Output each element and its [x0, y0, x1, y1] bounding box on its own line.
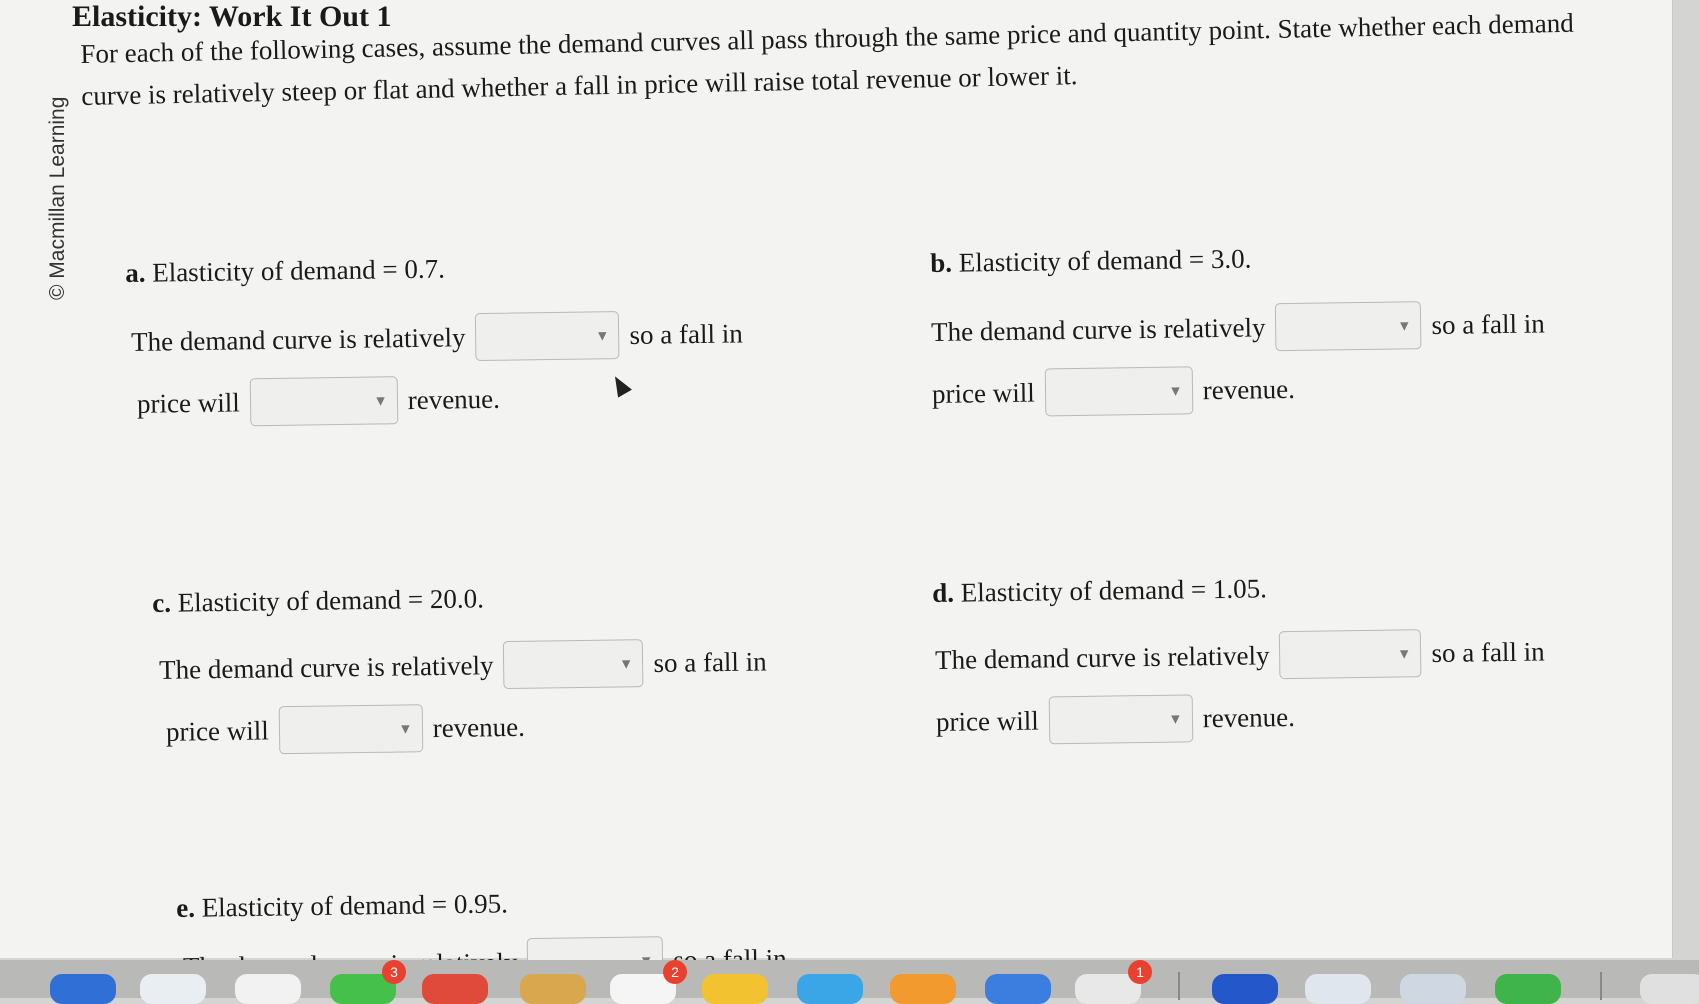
part-e-elasticity: Elasticity of demand = 0.95. — [201, 888, 509, 923]
safari-icon[interactable] — [235, 974, 301, 1004]
curve-prefix: The demand curve is relatively — [930, 311, 1266, 347]
chevron-down-icon: ▼ — [1171, 712, 1180, 726]
part-d-revenue-line: price will ▼ revenue. — [936, 693, 1296, 746]
part-e-heading: e. Elasticity of demand = 0.95. — [176, 888, 508, 924]
part-c-curve-line: The demand curve is relatively ▼ so a fa… — [159, 637, 767, 693]
part-b-elasticity: Elasticity of demand = 3.0. — [958, 243, 1252, 278]
part-a-curve-line: The demand curve is relatively ▼ so a fa… — [131, 309, 743, 366]
curve-middle: so a fall in — [1431, 635, 1545, 668]
numbers-icon[interactable] — [1495, 974, 1561, 1004]
notes-icon[interactable] — [520, 974, 586, 1004]
part-letter: e. — [176, 892, 196, 923]
part-d-curve-line: The demand curve is relatively ▼ so a fa… — [935, 627, 1545, 684]
part-a-revenue-line: price will ▼ revenue. — [137, 375, 501, 428]
price-will-label: price will — [931, 377, 1035, 409]
part-c: c. Elasticity of demand = 20.0. The dema… — [152, 583, 767, 755]
finder-icon[interactable] — [50, 974, 116, 1004]
chevron-down-icon: ▼ — [1399, 646, 1409, 660]
part-b-heading: b. Elasticity of demand = 3.0. — [930, 244, 1252, 279]
wifi-app-badge: 1 — [1128, 960, 1152, 984]
part-a-revenue-dropdown[interactable]: ▼ — [249, 376, 399, 427]
revenue-suffix: revenue. — [432, 711, 526, 743]
price-will-label: price will — [165, 714, 269, 747]
part-letter: b. — [930, 247, 953, 278]
preview-icon[interactable] — [1305, 974, 1371, 1004]
part-letter: a. — [125, 257, 146, 288]
part-b-curve-dropdown[interactable]: ▼ — [1275, 301, 1422, 352]
curve-middle: so a fall in — [629, 317, 743, 350]
revenue-suffix: revenue. — [1202, 701, 1296, 733]
dock-separator — [1600, 972, 1602, 1000]
part-d-heading: d. Elasticity of demand = 1.05. — [932, 573, 1267, 609]
part-letter: d. — [932, 577, 955, 608]
trash-icon[interactable] — [1640, 974, 1699, 1004]
macos-dock: 3 2 1 — [0, 960, 1699, 1004]
app-store-icon[interactable] — [797, 974, 863, 1004]
part-a: a. Elasticity of demand = 0.7. The deman… — [125, 254, 743, 427]
price-will-label: price will — [136, 386, 240, 419]
chevron-down-icon: ▼ — [401, 721, 410, 736]
calendar-icon[interactable] — [422, 974, 488, 1004]
zoom-icon[interactable] — [1212, 974, 1278, 1004]
curve-prefix: The demand curve is relatively — [158, 649, 494, 685]
curve-middle: so a fall in — [653, 645, 767, 678]
chevron-down-icon: ▼ — [621, 656, 631, 670]
revenue-suffix: revenue. — [407, 383, 501, 415]
part-a-heading: a. Elasticity of demand = 0.7. — [125, 254, 445, 289]
part-c-curve-dropdown[interactable]: ▼ — [503, 639, 644, 690]
curve-prefix: The demand curve is relatively — [130, 321, 466, 357]
chevron-down-icon: ▼ — [1399, 318, 1409, 332]
curve-middle: so a fall in — [1431, 307, 1545, 340]
chevron-down-icon: ▼ — [1171, 384, 1180, 398]
part-b: b. Elasticity of demand = 3.0. The deman… — [930, 244, 1545, 417]
part-d-curve-dropdown[interactable]: ▼ — [1279, 629, 1422, 680]
part-c-revenue-dropdown[interactable]: ▼ — [278, 704, 424, 755]
part-letter: c. — [152, 587, 172, 618]
copyright-watermark: © Macmillan Learning — [46, 96, 69, 300]
assignment-page: Elasticity: Work It Out 1 © Macmillan Le… — [0, 0, 1673, 987]
part-c-elasticity: Elasticity of demand = 20.0. — [177, 583, 485, 618]
pages-icon[interactable] — [890, 974, 956, 1004]
mouse-cursor-icon — [608, 372, 632, 398]
part-a-elasticity: Elasticity of demand = 0.7. — [151, 253, 446, 288]
part-d: d. Elasticity of demand = 1.05. The dema… — [932, 573, 1545, 745]
revenue-suffix: revenue. — [1202, 373, 1296, 405]
curve-prefix: The demand curve is relatively — [934, 639, 1270, 675]
xcode-icon[interactable] — [985, 974, 1051, 1004]
part-b-revenue-dropdown[interactable]: ▼ — [1044, 366, 1194, 417]
part-d-elasticity: Elasticity of demand = 1.05. — [960, 573, 1268, 608]
stickies-icon[interactable] — [702, 974, 768, 1004]
messages-badge: 3 — [382, 960, 406, 984]
chevron-down-icon: ▼ — [597, 328, 607, 342]
launchpad-icon[interactable] — [140, 974, 206, 1004]
part-a-curve-dropdown[interactable]: ▼ — [475, 311, 620, 362]
part-c-heading: c. Elasticity of demand = 20.0. — [152, 583, 484, 619]
downloads-folder-icon[interactable] — [1400, 974, 1466, 1004]
photos-badge: 2 — [663, 960, 687, 984]
price-will-label: price will — [935, 705, 1039, 737]
part-b-revenue-line: price will ▼ revenue. — [932, 365, 1296, 418]
part-b-curve-line: The demand curve is relatively ▼ so a fa… — [931, 299, 1545, 356]
part-c-revenue-line: price will ▼ revenue. — [166, 703, 526, 756]
dock-separator — [1178, 972, 1180, 1000]
part-d-revenue-dropdown[interactable]: ▼ — [1048, 694, 1194, 745]
part-e: e. Elasticity of demand = 0.95. The dema… — [176, 888, 787, 987]
chevron-down-icon: ▼ — [376, 393, 385, 408]
